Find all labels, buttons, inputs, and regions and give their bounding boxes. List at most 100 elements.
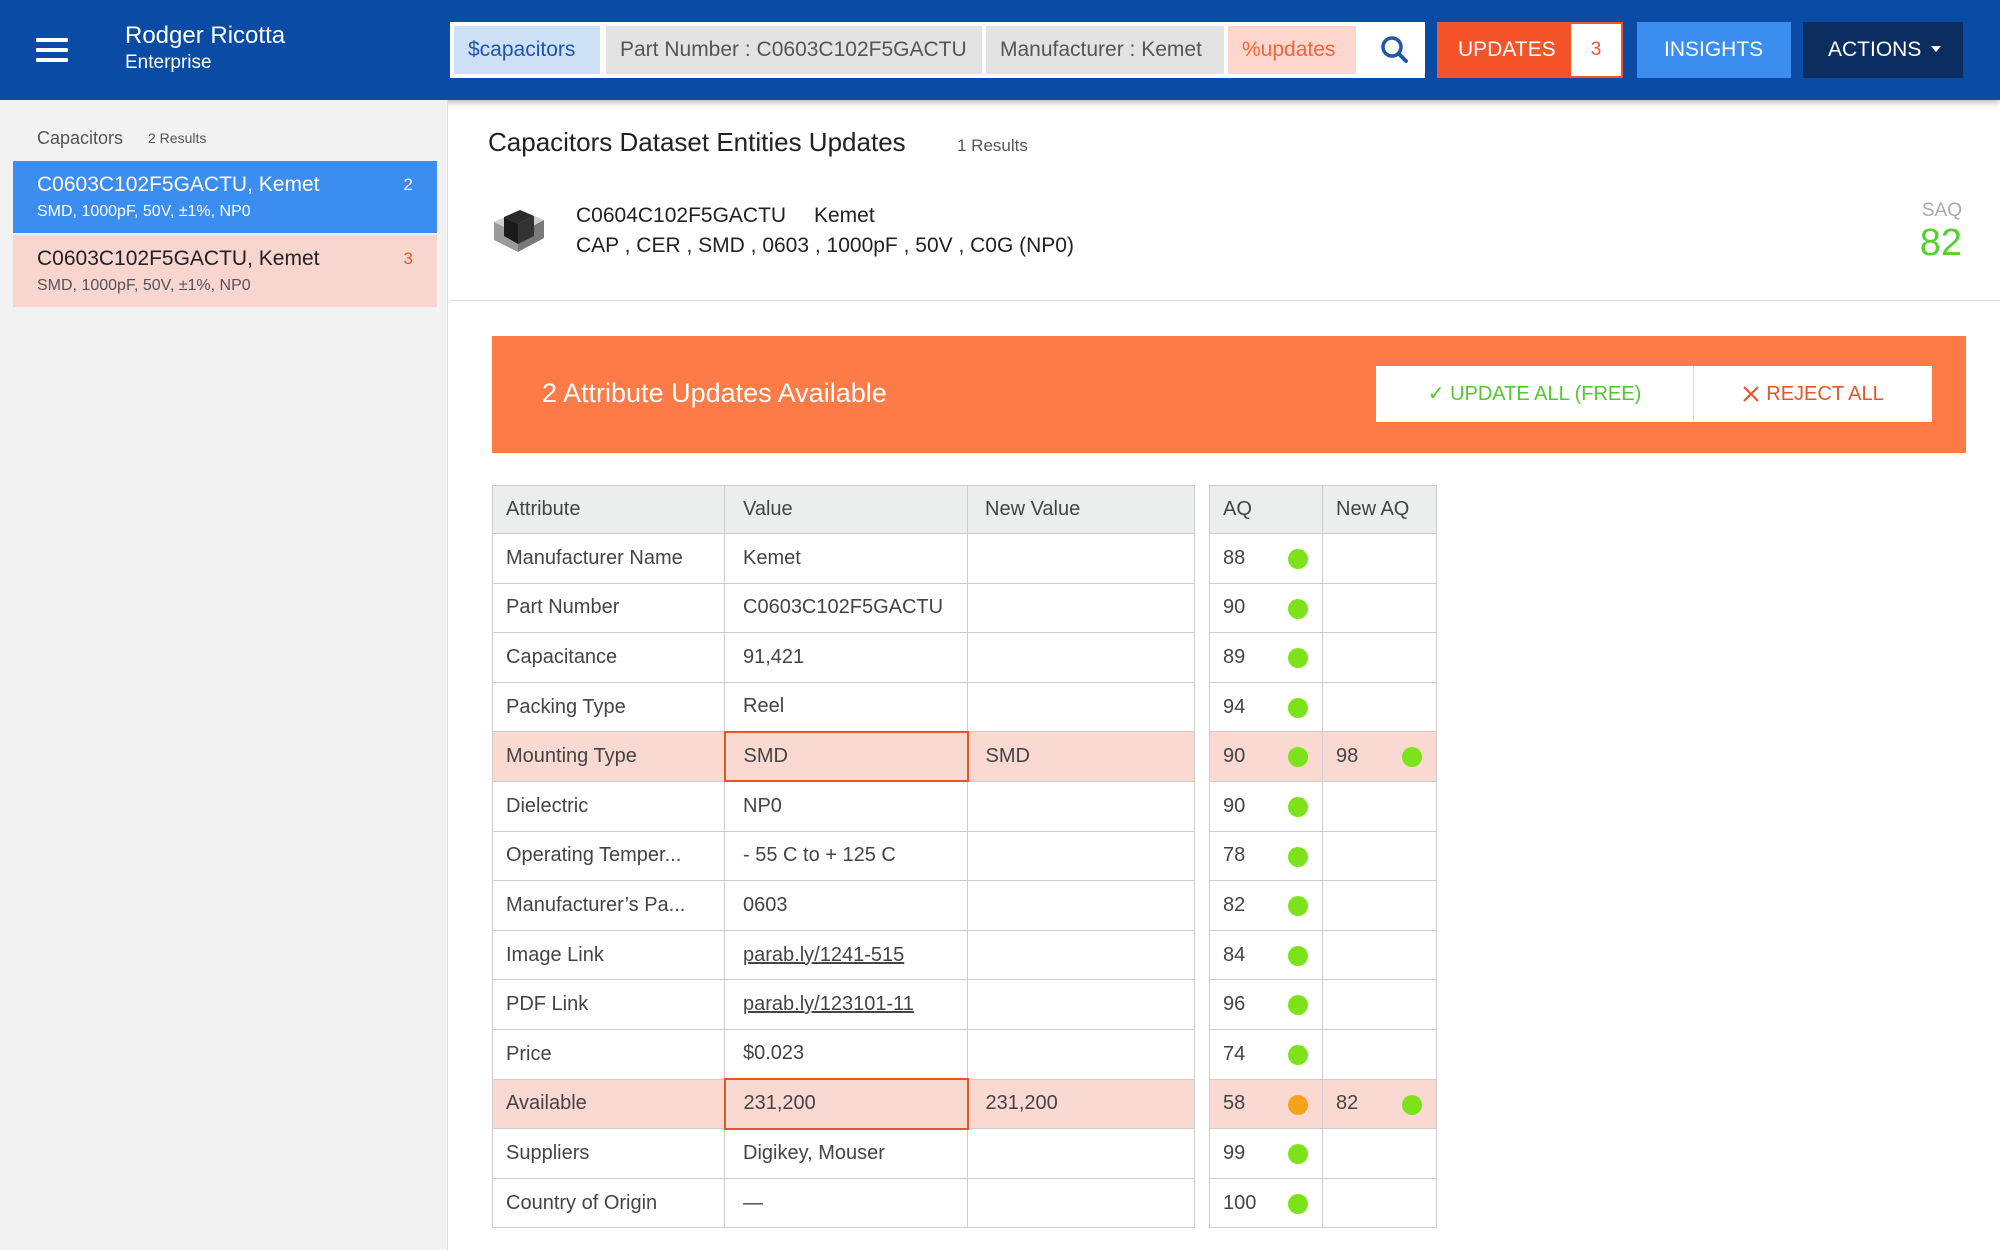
attribute-new-value (967, 1028, 1195, 1080)
table-row: 74 (1209, 1028, 1437, 1080)
quality-dot-icon (1288, 747, 1308, 768)
attribute-link[interactable]: parab.ly/1241-515 (743, 944, 904, 966)
attribute-new-value (967, 780, 1195, 832)
attribute-new-value (967, 632, 1195, 683)
aq-cell: 99 (1209, 1128, 1323, 1179)
attribute-new-value[interactable]: SMD (967, 731, 1195, 782)
user-name: Rodger Ricotta (125, 22, 286, 49)
table-row[interactable]: PDF Link parab.ly/123101-11 (492, 979, 1195, 1030)
attribute-value: 91,421 (724, 632, 968, 683)
table-row[interactable]: Mounting Type SMD SMD (492, 730, 1195, 783)
attribute-name: Part Number (492, 582, 725, 634)
attribute-link[interactable]: parab.ly/123101-11 (743, 993, 914, 1015)
attribute-value: parab.ly/1241-515 (724, 929, 968, 981)
updates-button[interactable]: UPDATES 3 (1437, 22, 1623, 78)
search-button[interactable] (1368, 26, 1422, 74)
quality-dot-icon (1288, 945, 1308, 966)
sidebar-item-title: C0603C102F5GACTU, Kemet (37, 247, 320, 270)
table-row[interactable]: Suppliers Digikey, Mouser (492, 1128, 1195, 1179)
attribute-new-value (967, 1128, 1195, 1179)
actions-button[interactable]: ACTIONS (1803, 22, 1963, 78)
attribute-value: SMD (723, 730, 969, 783)
new-aq-cell (1322, 830, 1437, 882)
search-chip-updates[interactable]: %updates (1228, 26, 1356, 74)
menu-icon[interactable] (36, 38, 68, 62)
quality-dot-icon (1288, 1094, 1308, 1115)
table-row[interactable]: Country of Origin — (492, 1177, 1195, 1229)
table-row[interactable]: Capacitance 91,421 (492, 632, 1195, 683)
table-row: 88 (1209, 533, 1437, 584)
reject-all-button[interactable]: REJECT ALL (1694, 366, 1932, 422)
aq-cell: 58 (1209, 1078, 1323, 1130)
attribute-name: PDF Link (492, 979, 725, 1030)
aq-value: 78 (1223, 844, 1246, 867)
sidebar-title: Capacitors (37, 128, 124, 148)
attribute-new-value (967, 979, 1195, 1030)
quality-dot-icon (1288, 1044, 1308, 1065)
column-header-new-value: New Value (967, 485, 1195, 534)
table-header-row: AQ New AQ (1209, 485, 1437, 534)
column-header-value: Value (724, 485, 968, 534)
attribute-new-value (967, 582, 1195, 634)
quality-dot-icon (1288, 648, 1308, 669)
page-title: Capacitors Dataset Entities Updates (488, 127, 906, 157)
table-row[interactable]: Price $0.023 (492, 1028, 1195, 1080)
table-row[interactable]: Dielectric NP0 (492, 780, 1195, 832)
update-all-button[interactable]: ✓ UPDATE ALL (FREE) (1376, 366, 1694, 422)
sidebar-item-count: 2 (403, 175, 413, 194)
table-row[interactable]: Manufacturer’s Pa... 0603 (492, 880, 1195, 931)
search-chip-part-number[interactable]: Part Number : C0603C102F5GACTU (606, 26, 982, 74)
column-header-new-aq: New AQ (1322, 485, 1437, 534)
aq-cell: 94 (1209, 681, 1323, 733)
table-row[interactable]: Packing Type Reel (492, 681, 1195, 733)
column-header-attribute: Attribute (492, 485, 725, 534)
attribute-new-value[interactable]: 231,200 (967, 1078, 1195, 1130)
attribute-value: Reel (724, 681, 968, 733)
new-aq-cell (1322, 632, 1437, 683)
new-aq-cell: 82 (1322, 1078, 1437, 1130)
table-row[interactable]: Available 231,200 231,200 (492, 1078, 1195, 1130)
table-header-row: Attribute Value New Value (492, 485, 1195, 534)
aq-value: 90 (1223, 596, 1246, 619)
table-row[interactable]: Manufacturer Name Kemet (492, 533, 1195, 584)
aq-value: 90 (1223, 794, 1246, 817)
table-row[interactable]: Operating Temper... - 55 C to + 125 C (492, 830, 1195, 882)
table-row[interactable]: Part Number C0603C102F5GACTU (492, 582, 1195, 634)
saq-label: SAQ (1921, 200, 1962, 221)
banner-text: 2 Attribute Updates Available (542, 378, 887, 408)
attribute-new-value (967, 1177, 1195, 1229)
attribute-name: Manufacturer Name (492, 533, 725, 584)
attribute-new-value (967, 830, 1195, 882)
attribute-name: Capacitance (492, 632, 725, 683)
quality-dot-icon (1402, 1094, 1422, 1115)
table-row: 58 82 (1209, 1078, 1437, 1130)
updates-count: 3 (1571, 24, 1621, 76)
sidebar-item-subtitle: SMD, 1000pF, 50V, ±1%, NP0 (37, 203, 251, 220)
sidebar-item[interactable]: C0603C102F5GACTU, Kemet SMD, 1000pF, 50V… (13, 235, 437, 307)
sidebar-item-selected[interactable]: C0603C102F5GACTU, Kemet SMD, 1000pF, 50V… (13, 161, 437, 233)
search-chip-category[interactable]: $capacitors (454, 26, 600, 74)
insights-button[interactable]: INSIGHTS (1637, 22, 1791, 78)
aq-cell: 78 (1209, 830, 1323, 882)
aq-cell: 90 (1209, 582, 1323, 634)
new-aq-value: 98 (1336, 745, 1359, 768)
table-row: 90 (1209, 780, 1437, 832)
table-row[interactable]: Image Link parab.ly/1241-515 (492, 929, 1195, 981)
top-header: Rodger Ricotta Enterprise $capacitors Pa… (0, 0, 2000, 100)
attribute-value: $0.023 (724, 1028, 968, 1080)
updates-banner: 2 Attribute Updates Available ✓ UPDATE A… (492, 336, 1966, 453)
new-aq-cell: 98 (1322, 731, 1437, 782)
new-aq-cell (1322, 780, 1437, 832)
reject-all-label: REJECT ALL (1766, 383, 1884, 405)
attribute-name: Packing Type (492, 681, 725, 733)
attributes-table: Attribute Value New Value Manufacturer N… (492, 485, 1195, 1229)
quality-dot-icon (1288, 796, 1308, 817)
search-chip-manufacturer[interactable]: Manufacturer : Kemet (986, 26, 1224, 74)
quality-dot-icon (1288, 697, 1308, 718)
search-bar[interactable]: $capacitors Part Number : C0603C102F5GAC… (450, 22, 1425, 78)
aq-cell: 89 (1209, 632, 1323, 683)
attribute-name: Available (492, 1078, 725, 1130)
entity-spec: CAP , CER , SMD , 0603 , 1000pF , 50V , … (576, 234, 1074, 257)
new-aq-cell (1322, 1128, 1437, 1179)
attribute-new-value (967, 533, 1195, 584)
